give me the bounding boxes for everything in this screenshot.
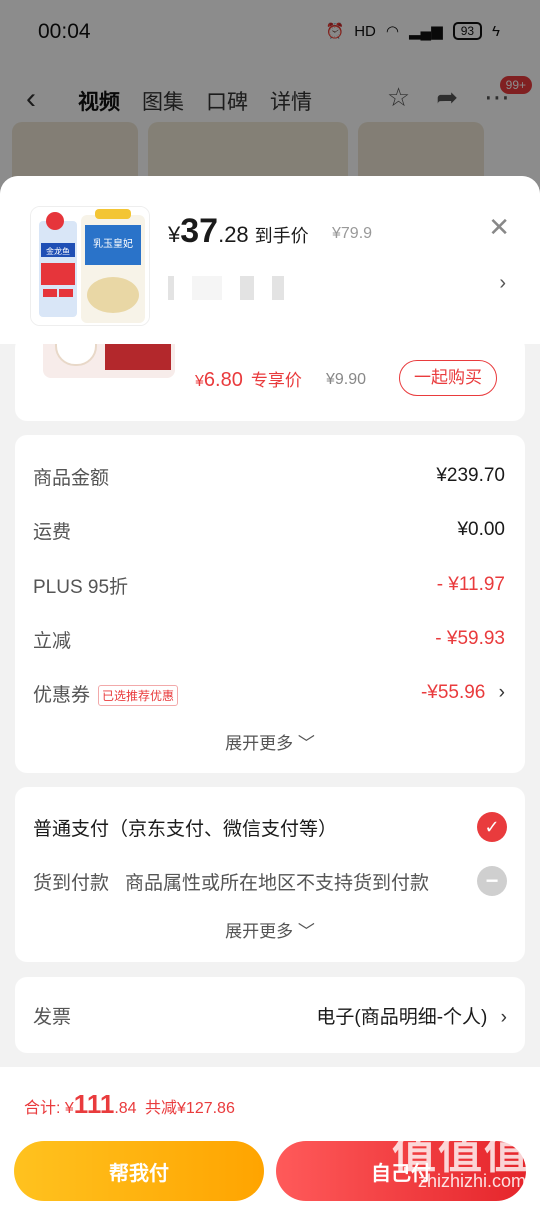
invoice-row[interactable]: 发票 电子(商品明细-个人) ›: [33, 999, 507, 1031]
summary-row-plus: PLUS 95折 - ¥11.97: [33, 570, 505, 600]
checkout-footer: 合计: ¥111.84 共减¥127.86 帮我付 自己付 值值值 zhizhi…: [0, 1067, 540, 1207]
total-label: 合计: ¥: [24, 1100, 74, 1117]
invoice-value-wrap: 电子(商品明细-个人) ›: [316, 1002, 507, 1029]
chevron-right-icon: ›: [498, 682, 505, 703]
original-price: ¥79.9: [332, 225, 373, 242]
coupon-value: -¥55.96: [420, 682, 486, 703]
price-decimal: .28: [218, 222, 249, 247]
instant-discount-label: 立减: [33, 630, 72, 652]
summary-expand-more[interactable]: 展开更多 ﹀: [15, 729, 525, 754]
instant-discount-value: - ¥59.93: [435, 628, 505, 649]
invoice-value: 电子(商品明细-个人): [316, 1006, 488, 1028]
cod-text: 货到付款 商品属性或所在地区不支持货到付款: [33, 868, 429, 895]
checkout-sheet: 金龙鱼 乳玉皇妃 ¥37.28 到手价 ¥79.9 ✕ › ¥6.80 专享价 …: [0, 176, 540, 1207]
check-icon[interactable]: ✓: [477, 812, 507, 842]
payment-expand-more[interactable]: 展开更多 ﹀: [15, 917, 525, 942]
price-summary-card: 商品金额 ¥239.70 运费 ¥0.00 PLUS 95折 - ¥11.97 …: [15, 435, 525, 773]
summary-row-goods: 商品金额 ¥239.70: [33, 461, 505, 491]
price-currency: ¥: [168, 222, 181, 247]
payment-normal-label: 普通支付（京东支付、微信支付等）: [33, 818, 338, 840]
price-integer: 37: [180, 212, 219, 250]
summary-row-shipping: 运费 ¥0.00: [33, 515, 505, 545]
total-decimal: .84: [114, 1100, 137, 1117]
product-image: 金龙鱼 乳玉皇妃: [30, 206, 150, 326]
coupon-value-wrap: -¥55.96 ›: [421, 682, 505, 704]
buy-together-button[interactable]: 一起购买: [399, 360, 497, 396]
brand-logo-text: 金龙鱼: [46, 246, 70, 256]
payment-option-cod: 货到付款 商品属性或所在地区不支持货到付款 −: [33, 865, 507, 897]
chevron-right-icon: ›: [500, 1006, 507, 1028]
sheet-header: 金龙鱼 乳玉皇妃 ¥37.28 到手价 ¥79.9 ✕ ›: [0, 176, 540, 344]
order-total: 合计: ¥111.84 共减¥127.86: [24, 1089, 235, 1120]
addon-price-value: 6.80: [203, 369, 243, 391]
pay-for-me-button[interactable]: 帮我付: [14, 1141, 264, 1201]
coupon-recommended-badge: 已选推荐优惠: [98, 684, 179, 706]
payment-option-normal[interactable]: 普通支付（京东支付、微信支付等） ✓: [33, 811, 507, 843]
plus-discount-value: - ¥11.97: [436, 574, 505, 595]
chevron-down-icon: ﹀: [297, 922, 315, 941]
goods-amount-value: ¥239.70: [436, 465, 505, 486]
close-icon[interactable]: ✕: [488, 212, 510, 243]
expand-more-label: 展开更多: [225, 922, 294, 941]
watermark-url: zhizhizhi.com: [417, 1171, 526, 1191]
total-saved: 共减¥127.86: [145, 1100, 235, 1117]
addon-card: ¥6.80 专享价 ¥9.90 一起购买: [15, 330, 525, 421]
summary-row-instant: 立减 - ¥59.93: [33, 624, 505, 654]
total-integer: 111: [73, 1089, 115, 1119]
shipping-value: ¥0.00: [457, 519, 505, 540]
coupon-label: 优惠券: [33, 684, 91, 706]
invoice-label: 发票: [33, 1006, 72, 1028]
chevron-down-icon: ﹀: [297, 734, 315, 753]
cod-label: 货到付款: [33, 872, 110, 894]
product-name-label: 乳玉皇妃: [93, 237, 133, 250]
addon-price: ¥6.80 专享价: [195, 366, 302, 392]
cod-note: 商品属性或所在地区不支持货到付款: [125, 872, 430, 894]
expand-more-label: 展开更多: [225, 734, 294, 753]
overlay-dim[interactable]: [0, 0, 540, 200]
chevron-right-icon[interactable]: ›: [499, 272, 506, 295]
addon-original-price: ¥9.90: [326, 371, 367, 388]
price-tag: 到手价: [254, 226, 309, 246]
disabled-minus-icon: −: [477, 866, 507, 896]
addon-price-currency: ¥: [195, 373, 204, 390]
redacted-spec[interactable]: [168, 276, 284, 300]
goods-amount-label: 商品金额: [33, 467, 110, 489]
invoice-card[interactable]: 发票 电子(商品明细-个人) ›: [15, 977, 525, 1053]
plus-discount-label: PLUS 95折: [33, 576, 129, 598]
product-price: ¥37.28 到手价: [168, 212, 309, 251]
coupon-label-wrap: 优惠券 已选推荐优惠: [33, 680, 179, 707]
addon-price-tag: 专享价: [250, 371, 302, 390]
shipping-label: 运费: [33, 521, 72, 543]
payment-card: 普通支付（京东支付、微信支付等） ✓ 货到付款 商品属性或所在地区不支持货到付款 …: [15, 787, 525, 962]
summary-row-coupon[interactable]: 优惠券 已选推荐优惠 -¥55.96 ›: [33, 678, 505, 708]
